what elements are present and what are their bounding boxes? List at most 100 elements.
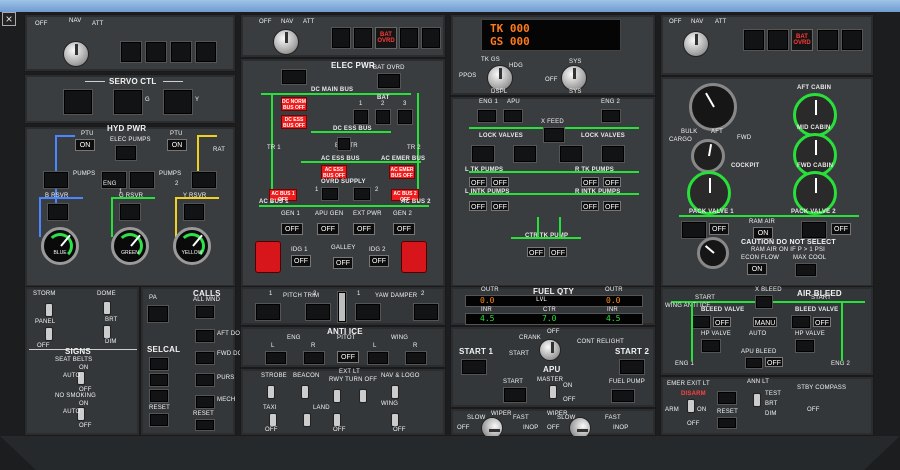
green-pump-button-2[interactable] xyxy=(129,171,155,189)
bleed-valve-1-off[interactable]: OFF xyxy=(713,317,731,327)
elec-button-1[interactable] xyxy=(281,69,307,85)
storm-toggle[interactable] xyxy=(45,303,53,317)
xbleed-button[interactable] xyxy=(755,295,773,309)
elec-pump-button[interactable] xyxy=(115,145,137,161)
ptu-on-button-2[interactable]: ON xyxy=(167,139,187,151)
fwd-door-button[interactable] xyxy=(195,351,215,365)
irs-mode-knob[interactable] xyxy=(63,41,89,67)
apu-bleed-off[interactable]: OFF xyxy=(765,357,783,367)
eng1-fuel-button[interactable] xyxy=(477,109,497,123)
lock-valve-4[interactable] xyxy=(601,145,625,163)
b-rsvr-button[interactable] xyxy=(47,203,69,221)
all-mnd-button[interactable] xyxy=(195,305,215,319)
taxi-toggle[interactable] xyxy=(269,413,277,427)
max-cool-button[interactable] xyxy=(795,263,817,277)
rwy-turn-off-right-toggle[interactable] xyxy=(359,389,367,403)
wing-r-anti-ice-button[interactable] xyxy=(405,351,427,365)
ptu-on-button-1[interactable]: ON xyxy=(75,139,95,151)
purs-button[interactable] xyxy=(195,373,215,387)
rwy-turn-off-left-toggle[interactable] xyxy=(333,389,341,403)
apu-start-button[interactable] xyxy=(503,387,527,403)
ess-tr-button[interactable] xyxy=(337,137,351,151)
wiper-knob-left[interactable] xyxy=(481,417,503,439)
ctr-tk-pump-2[interactable]: OFF xyxy=(549,247,567,257)
start1-button[interactable] xyxy=(461,359,487,375)
g-rsvr-button[interactable] xyxy=(119,203,141,221)
panel-toggle[interactable] xyxy=(45,327,53,341)
selcal-reset-button[interactable] xyxy=(149,413,169,427)
emer-exit-toggle[interactable] xyxy=(687,399,695,413)
econ-flow-button[interactable]: ON xyxy=(747,263,767,275)
r-tk-pump-2[interactable]: OFF xyxy=(603,177,621,187)
pack1-off-button[interactable]: OFF xyxy=(709,223,729,235)
pack-valve1-button[interactable] xyxy=(681,221,707,239)
yellow-pump-button[interactable] xyxy=(191,171,217,189)
dspl-knob[interactable] xyxy=(487,65,513,91)
ovrd-supply-button-2[interactable] xyxy=(353,187,371,201)
idg1-button[interactable]: OFF xyxy=(291,255,311,267)
bat-button-3[interactable] xyxy=(397,109,413,125)
pack2-off-button[interactable]: OFF xyxy=(831,223,851,235)
xfeed-button[interactable] xyxy=(543,127,565,143)
bleed-valve-2[interactable] xyxy=(791,315,811,329)
mech-button[interactable] xyxy=(195,395,215,409)
galley-button[interactable]: OFF xyxy=(333,257,353,269)
l-tk-pump-1[interactable]: OFF xyxy=(469,177,487,187)
cargo-temp-knob[interactable] xyxy=(691,139,725,173)
gen1-off-button[interactable]: OFF xyxy=(281,223,303,235)
pa-button[interactable] xyxy=(147,305,169,323)
idg2-guard[interactable] xyxy=(401,241,427,273)
dome-dim-toggle[interactable] xyxy=(103,325,111,339)
ram-air-button[interactable]: ON xyxy=(753,227,773,239)
eng-l-anti-ice-button[interactable] xyxy=(265,351,287,365)
bat-button-2[interactable] xyxy=(375,109,391,125)
bleed-valve-1[interactable] xyxy=(691,315,711,329)
nav-logo-toggle[interactable] xyxy=(391,385,399,399)
irs-mode-knob-3[interactable] xyxy=(683,31,709,57)
aft-door-button[interactable] xyxy=(195,329,215,343)
lock-valve-2[interactable] xyxy=(513,145,537,163)
bat-ovrd-button[interactable] xyxy=(377,73,401,89)
emer-reset-button[interactable] xyxy=(717,417,737,429)
servo-button-g[interactable] xyxy=(113,89,143,115)
eng-r-anti-ice-button[interactable] xyxy=(303,351,325,365)
servo-button-y[interactable] xyxy=(163,89,193,115)
land-left-toggle[interactable] xyxy=(303,413,311,427)
hp-valve-1[interactable] xyxy=(701,339,721,353)
ovrd-supply-button-1[interactable] xyxy=(321,187,339,201)
ctr-tk-pump-1[interactable]: OFF xyxy=(527,247,545,257)
apu-fuel-button[interactable] xyxy=(503,109,523,123)
engine-start-selector[interactable] xyxy=(539,339,561,361)
land-right-toggle[interactable] xyxy=(333,413,341,427)
apu-master-toggle[interactable] xyxy=(549,385,557,399)
apu-gen-off-button[interactable]: OFF xyxy=(317,223,339,235)
hp-valve-2[interactable] xyxy=(795,339,815,353)
idg1-guard[interactable] xyxy=(255,241,281,273)
pitot-off-button[interactable]: OFF xyxy=(337,351,359,363)
close-icon[interactable]: × xyxy=(2,12,16,26)
r-intk-pump-1[interactable]: OFF xyxy=(581,201,599,211)
yaw-damper-button-2[interactable] xyxy=(413,303,439,321)
pitch-trim-button-2[interactable] xyxy=(305,303,331,321)
calls-reset-button[interactable] xyxy=(195,419,215,431)
wing-lt-toggle[interactable] xyxy=(391,413,399,427)
pitch-trim-button-1[interactable] xyxy=(255,303,281,321)
y-rsvr-button[interactable] xyxy=(183,203,205,221)
gen2-off-button[interactable]: OFF xyxy=(393,223,415,235)
start2-button[interactable] xyxy=(619,359,645,375)
irs-mode-knob-2[interactable] xyxy=(273,29,299,55)
blue-pump-button[interactable] xyxy=(43,171,69,189)
eng2-fuel-button[interactable] xyxy=(601,109,621,123)
trim-guard[interactable] xyxy=(337,291,347,323)
fuel-pump-button[interactable] xyxy=(611,389,635,403)
l-tk-pump-2[interactable]: OFF xyxy=(491,177,509,187)
r-intk-pump-2[interactable]: OFF xyxy=(603,201,621,211)
beacon-toggle[interactable] xyxy=(301,385,309,399)
idg2-button[interactable]: OFF xyxy=(369,255,389,267)
dome-toggle[interactable] xyxy=(103,301,111,315)
r-tk-pump-1[interactable]: OFF xyxy=(581,177,599,187)
bleed-valve-2-off[interactable]: OFF xyxy=(813,317,831,327)
l-intk-pump-1[interactable]: OFF xyxy=(469,201,487,211)
apu-bleed-button[interactable] xyxy=(745,357,763,369)
yaw-damper-button-1[interactable] xyxy=(355,303,381,321)
